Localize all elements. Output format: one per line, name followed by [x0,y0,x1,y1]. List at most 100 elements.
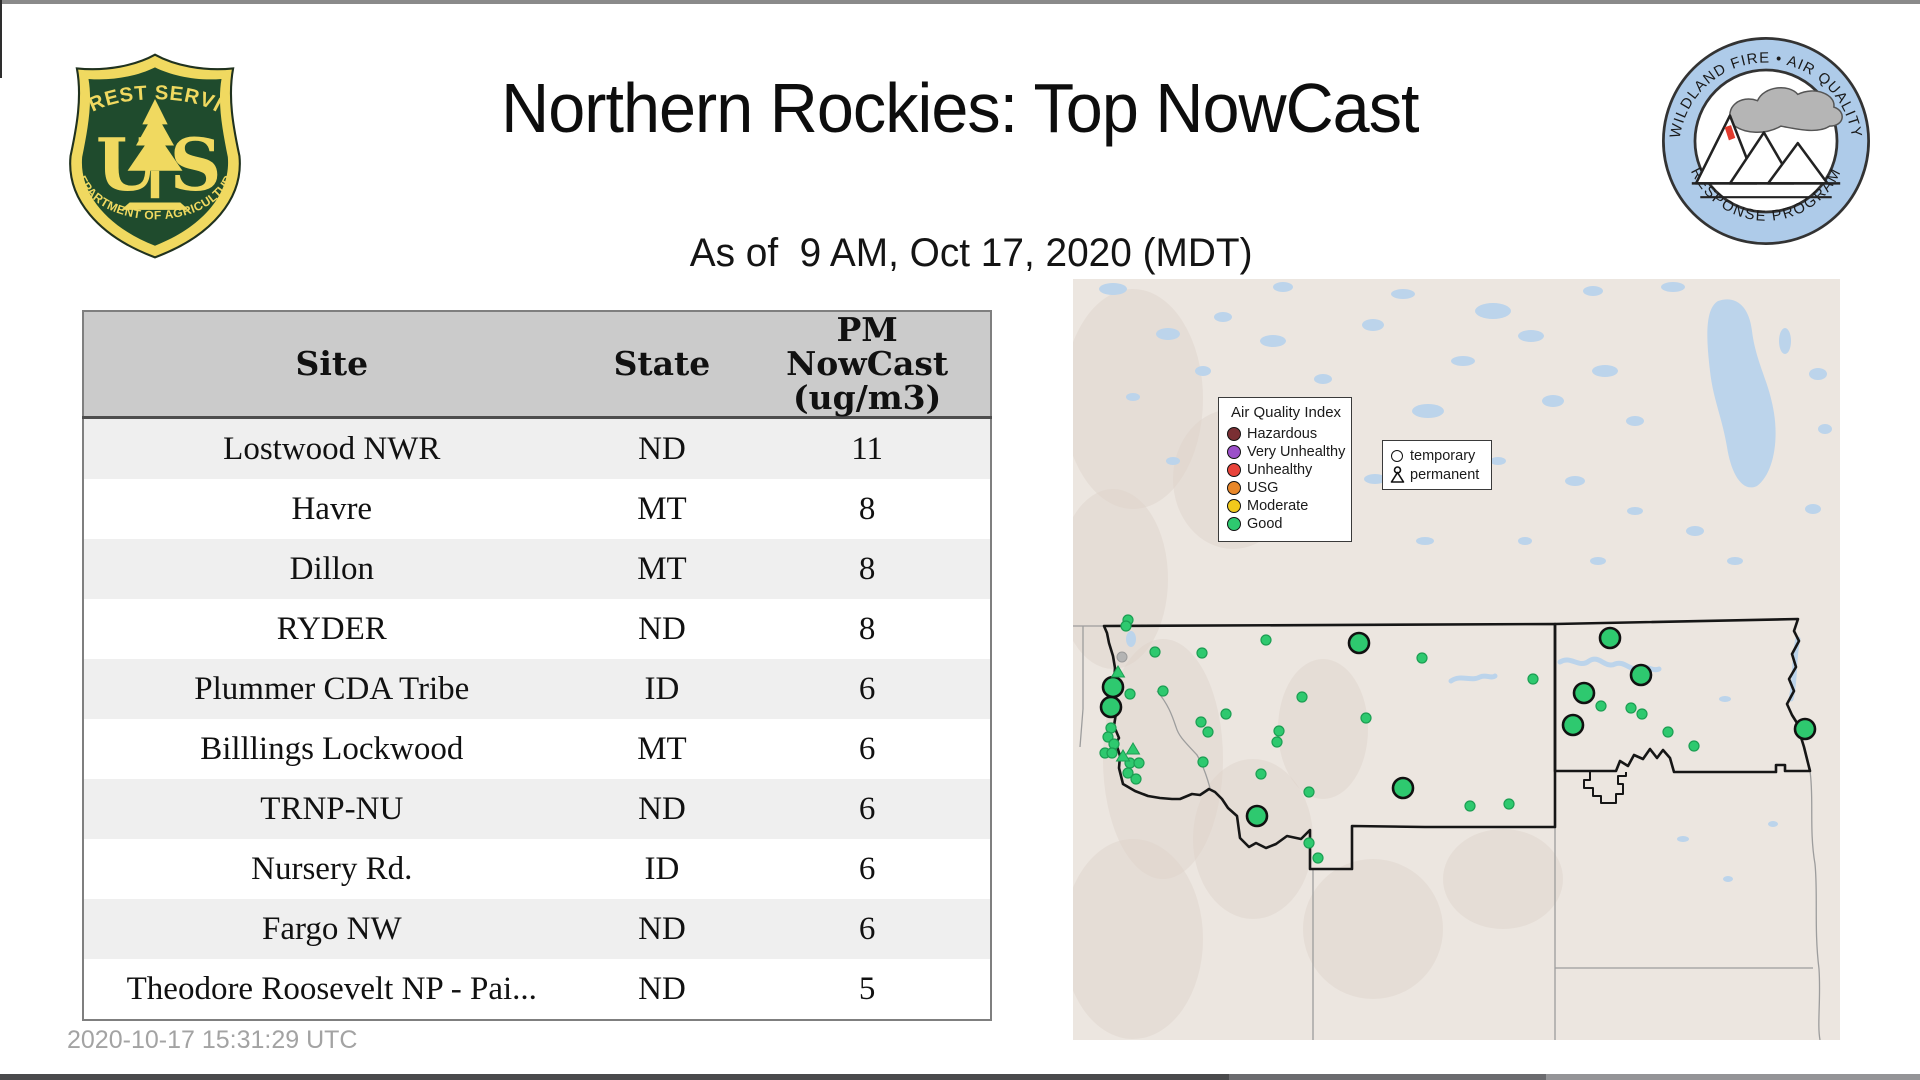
aqi-legend-item: Good [1227,516,1345,532]
table-header-row: Site State PM NowCast (ug/m3) [83,311,991,419]
window-frame-bottom [0,1074,1229,1080]
station-marker-small [1149,646,1161,658]
station-marker-small [1527,673,1539,685]
station-marker-small [1312,852,1324,864]
aqi-legend-item: Moderate [1227,498,1345,514]
state-cell: ID [644,850,680,887]
generated-timestamp: 2020-10-17 15:31:29 UTC [67,1026,358,1054]
aqi-legend: Air Quality Index Hazardous Very Unhealt… [1218,397,1352,542]
state-cell: ND [638,910,686,947]
station-marker-small [1360,712,1372,724]
very-unhealthy-swatch-icon [1227,445,1241,459]
station-marker-small [1296,691,1308,703]
value-cell: 8 [858,550,876,587]
table-row: Theodore Roosevelt NP - Pai... ND 5 [83,959,991,1020]
station-marker-large [1101,675,1125,699]
station-marker-small [1157,685,1169,697]
station-marker-small [1271,736,1283,748]
station-marker-small [1260,634,1272,646]
station-marker-small [1255,768,1267,780]
table-row: Havre MT 8 [83,479,991,539]
state-cell: ND [638,430,686,467]
window-frame-left [0,0,2,78]
permanent-marker-icon [1390,466,1404,483]
site-cell: Billlings Lockwood [200,730,464,767]
site-cell: Lostwood NWR [223,430,441,467]
site-cell: Havre [291,490,373,527]
state-cell: ND [638,970,686,1007]
station-marker-large [1598,626,1622,650]
value-cell: 8 [858,610,876,647]
station-marker-small [1503,798,1515,810]
station-marker-small [1625,702,1637,714]
nowcast-table: Site State PM NowCast (ug/m3) Lostwood N… [82,310,992,1021]
temporary-legend-row: temporary [1389,446,1485,465]
station-marker-small [1303,786,1315,798]
col-header-site: Site [83,311,580,419]
station-marker-small [1273,725,1285,737]
site-cell: TRNP-NU [260,790,404,827]
station-marker-large [1347,631,1371,655]
table-row: Plummer CDA Tribe ID 6 [83,659,991,719]
aqi-legend-item: Hazardous [1227,426,1345,442]
station-marker-small [1133,757,1145,769]
station-marker-large [1391,776,1415,800]
aqi-legend-title: Air Quality Index [1231,404,1342,421]
station-marker-small [1303,837,1315,849]
moderate-swatch-icon [1227,499,1241,513]
window-frame-bottom [1229,1074,1546,1080]
state-cell: MT [637,490,687,527]
site-cell: Nursery Rd. [251,850,413,887]
station-marker-large [1099,695,1123,719]
station-marker-large [1245,804,1269,828]
station-marker-small [1197,756,1209,768]
temporary-marker-icon [1391,449,1403,462]
state-cell: MT [637,730,687,767]
station-marker-small [1636,708,1648,720]
aqi-legend-item: USG [1227,480,1345,496]
basemap [1073,279,1840,1040]
col-header-state: State [579,311,745,419]
site-cell: Plummer CDA Tribe [194,670,470,707]
site-cell: Fargo NW [261,910,402,947]
site-cell: Dillon [289,550,374,587]
table-row: RYDER ND 8 [83,599,991,659]
station-marker-small [1220,708,1232,720]
station-marker-gray [1116,651,1128,663]
state-cell: ND [638,610,686,647]
state-cell: ND [638,790,686,827]
usg-swatch-icon [1227,481,1241,495]
value-cell: 5 [858,970,876,1007]
station-marker-large [1561,713,1585,737]
station-marker-small [1688,740,1700,752]
window-frame-bottom [1546,1074,1920,1080]
station-marker-small [1130,773,1142,785]
col-header-pm-nowcast: PM NowCast (ug/m3) [744,311,991,419]
aqi-legend-item: Very Unhealthy [1227,444,1345,460]
station-marker-small [1595,700,1607,712]
page-title: Northern Rockies: Top NowCast [501,69,1419,147]
station-marker-large [1793,717,1817,741]
table-row: Fargo NW ND 6 [83,899,991,959]
table-row: TRNP-NU ND 6 [83,779,991,839]
station-marker-small [1120,620,1132,632]
station-marker-small [1195,716,1207,728]
station-map: Air Quality Index Hazardous Very Unhealt… [1073,279,1840,1040]
marker-type-legend: temporary permanent [1382,440,1492,490]
value-cell: 6 [858,850,876,887]
table-row: Lostwood NWR ND 11 [83,417,991,479]
table-row: Dillon MT 8 [83,539,991,599]
site-cell: RYDER [276,610,387,647]
state-cell: MT [637,550,687,587]
site-cell: Theodore Roosevelt NP - Pai... [126,970,537,1007]
station-marker-small [1106,747,1118,759]
station-marker-small [1662,726,1674,738]
station-marker-small [1416,652,1428,664]
value-cell: 11 [851,430,884,467]
station-marker-small [1464,800,1476,812]
station-marker-small [1124,688,1136,700]
window-frame-top [0,0,1920,4]
value-cell: 6 [858,910,876,947]
station-marker-small [1108,738,1120,750]
state-cell: ID [644,670,680,707]
